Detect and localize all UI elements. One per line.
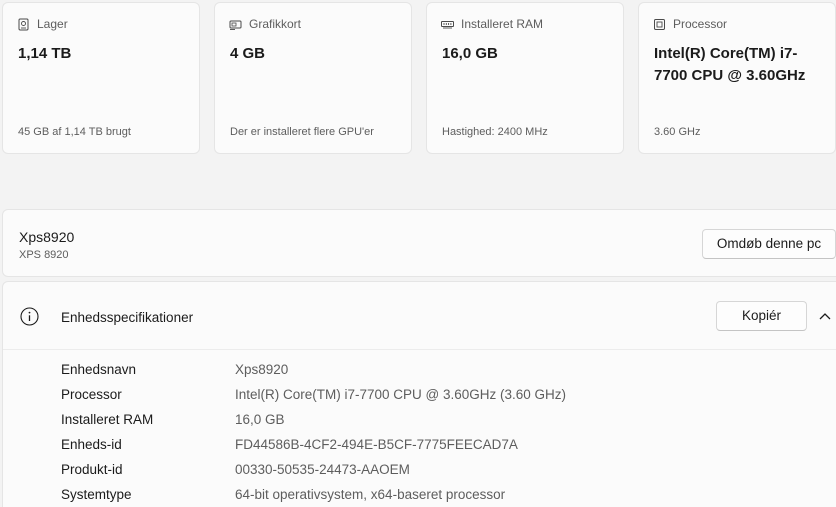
processor-icon bbox=[654, 18, 665, 30]
spec-key: Produkt-id bbox=[61, 462, 123, 477]
card-header: Processor bbox=[653, 17, 727, 31]
storage-card[interactable]: Lager 1,14 TB 45 GB af 1,14 TB brugt bbox=[2, 2, 200, 154]
card-subtext: Hastighed: 2400 MHz bbox=[442, 126, 548, 138]
card-value: 1,14 TB bbox=[18, 45, 72, 62]
card-label: Installeret RAM bbox=[461, 17, 544, 31]
spec-key: Enhedsnavn bbox=[61, 362, 137, 377]
device-specs-header[interactable]: Enhedsspecifikationer Kopiér bbox=[3, 282, 836, 350]
spec-row: Enhedsnavn Xps8920 bbox=[61, 362, 821, 382]
spec-value: 00330-50535-24473-AAOEM bbox=[235, 462, 410, 477]
card-value: Intel(R) Core(TM) i7-7700 CPU @ 3.60GHz bbox=[654, 45, 806, 84]
card-label: Grafikkort bbox=[249, 17, 302, 31]
spec-key: Installeret RAM bbox=[61, 412, 154, 427]
spec-value: 16,0 GB bbox=[235, 412, 285, 427]
spec-value: Intel(R) Core(TM) i7-7700 CPU @ 3.60GHz … bbox=[235, 387, 567, 402]
spec-value: FD44586B-4CF2-494E-B5CF-7775FEECAD7A bbox=[235, 437, 518, 452]
storage-icon bbox=[18, 18, 29, 30]
spec-value: Xps8920 bbox=[235, 362, 289, 377]
graphics-card[interactable]: Grafikkort 4 GB Der er installeret flere… bbox=[214, 2, 412, 154]
card-header: Grafikkort bbox=[229, 17, 301, 31]
card-label: Processor bbox=[673, 17, 728, 31]
card-header: Installeret RAM bbox=[441, 17, 543, 31]
spec-key: Systemtype bbox=[61, 487, 132, 502]
card-subtext: 3.60 GHz bbox=[654, 126, 701, 138]
ram-icon bbox=[441, 20, 454, 28]
device-specs-title: Enhedsspecifikationer bbox=[61, 310, 194, 325]
ram-card[interactable]: Installeret RAM 16,0 GB Hastighed: 2400 … bbox=[426, 2, 624, 154]
spec-row: Processor Intel(R) Core(TM) i7-7700 CPU … bbox=[61, 387, 821, 407]
spec-key: Processor bbox=[61, 387, 122, 402]
spec-row: Systemtype 64-bit operativsystem, x64-ba… bbox=[61, 487, 821, 507]
spec-row: Produkt-id 00330-50535-24473-AAOEM bbox=[61, 462, 821, 482]
pc-name: Xps8920 bbox=[19, 229, 75, 245]
card-subtext: Der er installeret flere GPU'er bbox=[230, 126, 374, 138]
spec-row: Enheds-id FD44586B-4CF2-494E-B5CF-7775FE… bbox=[61, 437, 821, 457]
spec-value: 64-bit operativsystem, x64-baseret proce… bbox=[235, 487, 506, 502]
device-specs-section: Enhedsspecifikationer Kopiér Enhedsnavn … bbox=[2, 281, 836, 507]
spec-key: Enheds-id bbox=[61, 437, 122, 452]
graphics-card-icon bbox=[229, 20, 242, 30]
card-header: Lager bbox=[17, 17, 68, 31]
copy-button[interactable]: Kopiér bbox=[716, 301, 807, 331]
card-subtext: 45 GB af 1,14 TB brugt bbox=[18, 126, 131, 138]
chevron-up-icon[interactable] bbox=[818, 309, 832, 323]
system-about-page: Lager 1,14 TB 45 GB af 1,14 TB brugt Gra… bbox=[0, 0, 836, 507]
card-label: Lager bbox=[37, 17, 68, 31]
processor-card[interactable]: Processor Intel(R) Core(TM) i7-7700 CPU … bbox=[638, 2, 836, 154]
spec-row: Installeret RAM 16,0 GB bbox=[61, 412, 821, 432]
card-value: 16,0 GB bbox=[442, 45, 498, 62]
info-icon bbox=[20, 307, 39, 326]
card-value: 4 GB bbox=[230, 45, 266, 62]
rename-pc-button[interactable]: Omdøb denne pc bbox=[702, 229, 836, 259]
pc-name-bar: Xps8920 XPS 8920 Omdøb denne pc bbox=[2, 209, 836, 277]
pc-model: XPS 8920 bbox=[19, 249, 69, 261]
